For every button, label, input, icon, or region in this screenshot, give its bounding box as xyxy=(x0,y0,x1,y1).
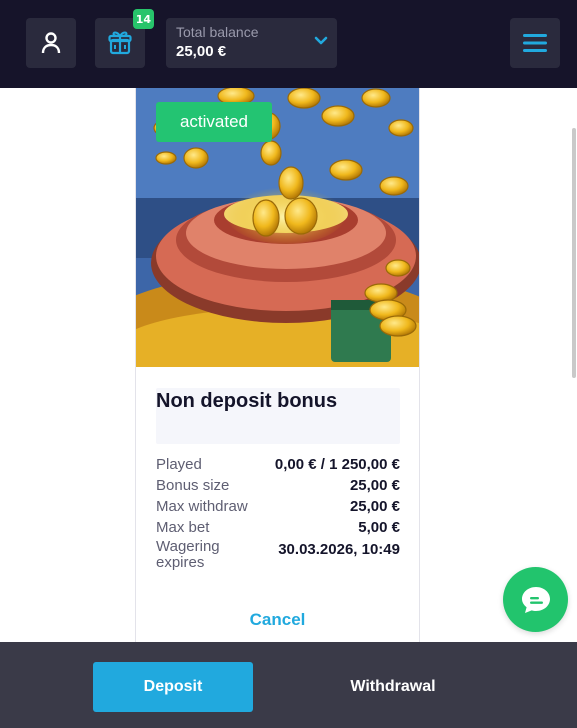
detail-row-played: Played 0,00 € / 1 250,00 € xyxy=(156,454,400,475)
detail-value: 25,00 € xyxy=(349,498,400,515)
menu-button[interactable] xyxy=(510,18,560,68)
bonus-image: activated xyxy=(136,88,419,367)
gifts-button[interactable]: 14 xyxy=(95,9,154,68)
detail-label: Max bet xyxy=(156,519,210,536)
user-icon xyxy=(41,32,61,54)
detail-label: Played xyxy=(156,456,202,473)
bonus-status-badge: activated xyxy=(156,102,272,142)
bottom-action-bar: Deposit Withdrawal xyxy=(0,642,577,728)
bonus-details: Played 0,00 € / 1 250,00 € Bonus size 25… xyxy=(156,454,400,571)
balance-dropdown[interactable]: Total balance 25,00 € xyxy=(166,18,337,68)
balance-label: Total balance xyxy=(176,24,259,40)
detail-label: Max withdraw xyxy=(156,498,248,515)
detail-value: 30.03.2026, 10:49 xyxy=(278,541,400,558)
top-header: 14 Total balance 25,00 € xyxy=(0,0,577,88)
hamburger-menu-icon xyxy=(523,34,547,52)
bonus-card: activated Non deposit bonus Played 0,00 … xyxy=(135,88,420,648)
cancel-bonus-button[interactable]: Cancel xyxy=(136,610,419,630)
gift-icon xyxy=(108,31,132,55)
chevron-down-icon xyxy=(314,36,328,45)
gift-count-badge: 14 xyxy=(132,9,154,29)
deposit-button[interactable]: Deposit xyxy=(93,662,253,712)
detail-row-max-withdraw: Max withdraw 25,00 € xyxy=(156,496,400,517)
profile-button[interactable] xyxy=(26,18,76,68)
detail-row-max-bet: Max bet 5,00 € xyxy=(156,517,400,538)
withdrawal-button[interactable]: Withdrawal xyxy=(313,662,473,712)
detail-label: Bonus size xyxy=(156,477,230,494)
page-scrollbar-thumb[interactable] xyxy=(572,128,576,378)
bonus-title: Non deposit bonus xyxy=(156,390,338,412)
chat-bubble-icon xyxy=(521,586,550,613)
detail-row-bonus-size: Bonus size 25,00 € xyxy=(156,475,400,496)
detail-value: 25,00 € xyxy=(349,477,400,494)
live-chat-button[interactable] xyxy=(503,567,568,632)
detail-label: Wagering expires xyxy=(156,538,220,571)
detail-value: 5,00 € xyxy=(358,519,400,536)
bonus-title-box: Non deposit bonus xyxy=(156,388,400,444)
detail-row-wagering-expires: Wagering expires 30.03.2026, 10:49 xyxy=(156,539,400,571)
balance-value: 25,00 € xyxy=(176,43,227,60)
detail-value: 0,00 € / 1 250,00 € xyxy=(274,456,400,473)
